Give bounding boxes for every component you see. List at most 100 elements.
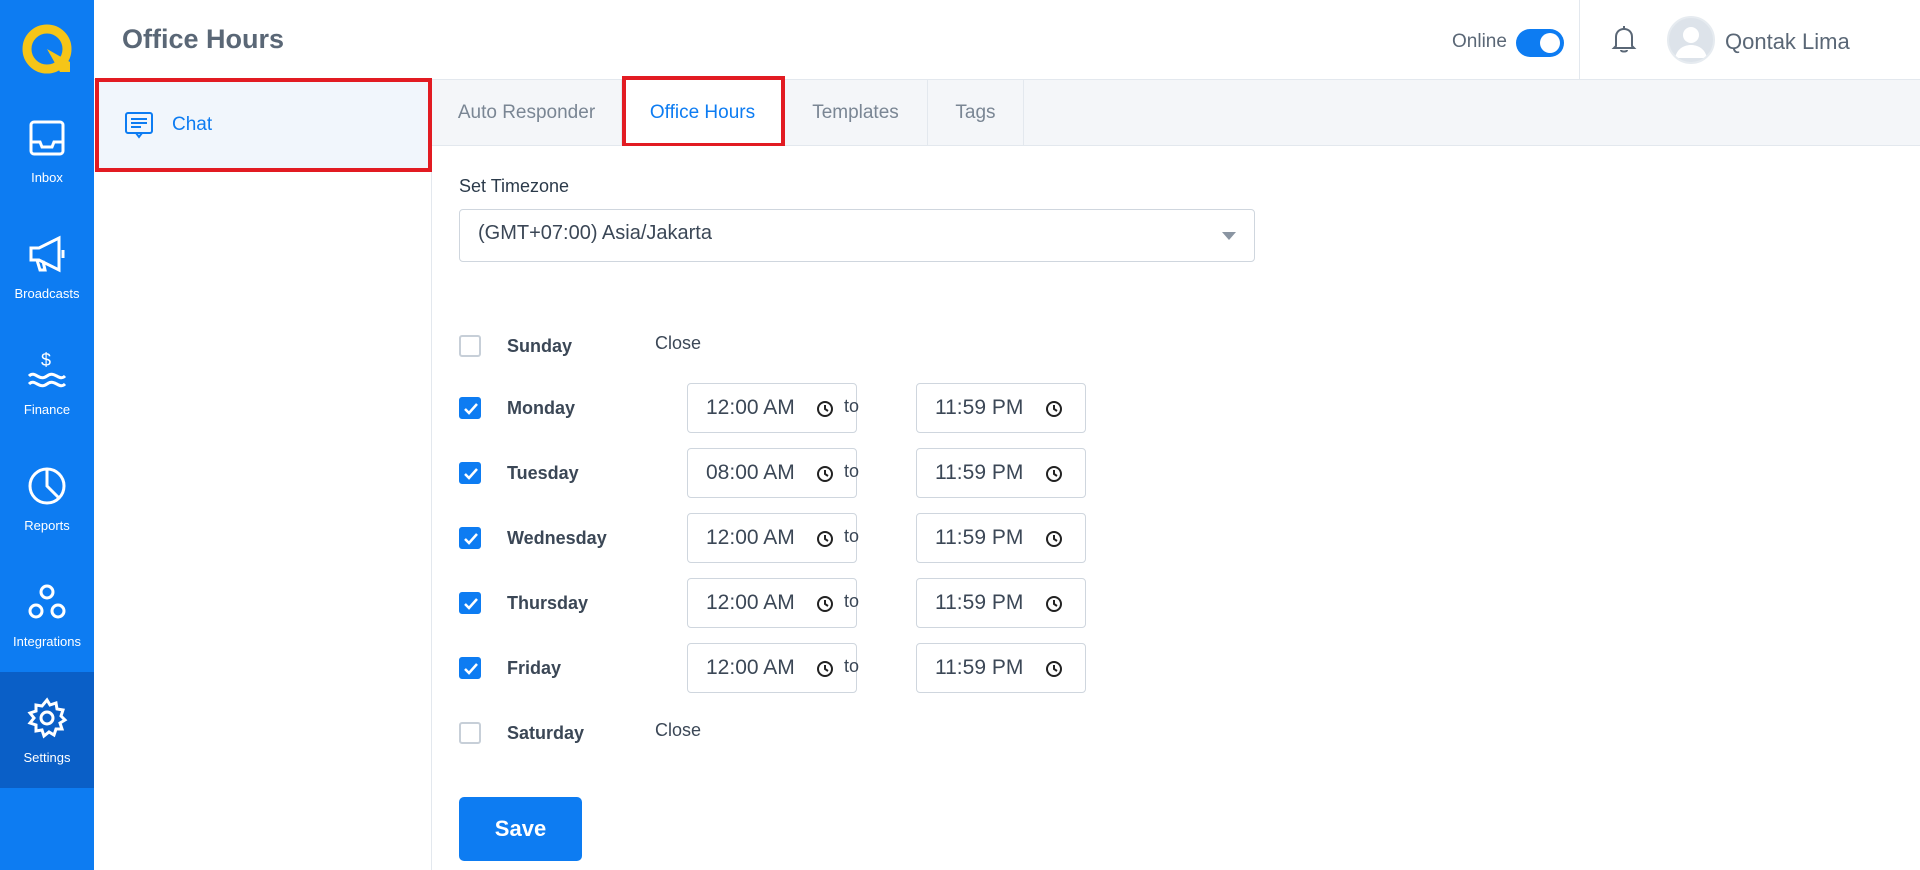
rail-label: Broadcasts xyxy=(14,285,80,301)
rail-item-integrations[interactable]: Integrations xyxy=(0,556,94,672)
day-name: Friday xyxy=(507,658,562,678)
clock-icon xyxy=(1046,466,1062,482)
check-icon xyxy=(464,533,478,545)
clock-icon xyxy=(1046,531,1062,547)
tab-templates[interactable]: Templates xyxy=(784,80,928,146)
day-row-thursday: Thursday 12:00 AM to 11:59 PM xyxy=(459,578,1159,628)
end-time-input[interactable]: 11:59 PM xyxy=(916,383,1086,433)
timezone-select[interactable]: (GMT+07:00) Asia/Jakarta xyxy=(459,209,1255,262)
rail-label: Settings xyxy=(23,749,71,765)
to-label: to xyxy=(844,591,860,611)
day-row-sunday: Sunday Close xyxy=(459,321,1159,371)
start-time-input[interactable]: 12:00 AM xyxy=(687,643,857,693)
integrations-icon xyxy=(28,584,66,618)
clock-icon xyxy=(817,531,833,547)
day-name: Tuesday xyxy=(507,463,579,483)
start-time-value: 12:00 AM xyxy=(706,591,795,614)
day-row-wednesday: Wednesday 12:00 AM to 11:59 PM xyxy=(459,513,1159,563)
start-time-input[interactable]: 12:00 AM xyxy=(687,578,857,628)
day-row-friday: Friday 12:00 AM to 11:59 PM xyxy=(459,643,1159,693)
rail-item-reports[interactable]: Reports xyxy=(0,440,94,556)
save-button[interactable]: Save xyxy=(459,797,582,861)
clock-icon xyxy=(1046,401,1062,417)
check-icon xyxy=(464,598,478,610)
rail-label: Reports xyxy=(24,517,70,533)
day-row-saturday: Saturday Close xyxy=(459,708,1159,758)
clock-icon xyxy=(817,661,833,677)
tab-auto-responder[interactable]: Auto Responder xyxy=(432,80,622,146)
caret-down-icon xyxy=(1222,232,1236,240)
chat-icon xyxy=(125,112,153,139)
left-rail: Inbox Broadcasts $ Finance Reports Integ xyxy=(0,0,94,870)
rail-label: Integrations xyxy=(13,633,81,649)
online-toggle[interactable] xyxy=(1516,29,1564,57)
settings-tabs: Auto Responder Office Hours Templates Ta… xyxy=(432,80,1920,146)
to-label: to xyxy=(844,396,860,416)
end-time-value: 11:59 PM xyxy=(935,526,1024,549)
office-hours-panel: Set Timezone (GMT+07:00) Asia/Jakarta Su… xyxy=(432,146,1920,870)
check-icon xyxy=(464,663,478,675)
header-divider xyxy=(1579,0,1580,80)
day-checkbox[interactable] xyxy=(459,657,481,679)
rail-item-finance[interactable]: $ Finance xyxy=(0,324,94,440)
user-name[interactable]: Qontak Lima xyxy=(1725,29,1850,55)
rail-item-settings[interactable]: Settings xyxy=(0,672,94,788)
svg-text:$: $ xyxy=(41,350,51,370)
finance-icon: $ xyxy=(27,350,67,387)
clock-icon xyxy=(1046,661,1062,677)
end-time-value: 11:59 PM xyxy=(935,396,1024,419)
day-checkbox[interactable] xyxy=(459,527,481,549)
day-name: Monday xyxy=(507,398,576,418)
end-time-value: 11:59 PM xyxy=(935,656,1024,679)
day-checkbox[interactable] xyxy=(459,462,481,484)
to-label: to xyxy=(844,526,860,546)
end-time-input[interactable]: 11:59 PM xyxy=(916,513,1086,563)
to-label: to xyxy=(844,656,860,676)
end-time-input[interactable]: 11:59 PM xyxy=(916,643,1086,693)
avatar[interactable] xyxy=(1667,16,1715,64)
end-time-input[interactable]: 11:59 PM xyxy=(916,578,1086,628)
day-name: Saturday xyxy=(507,723,585,743)
clock-icon xyxy=(1046,596,1062,612)
day-name: Sunday xyxy=(507,336,573,356)
start-time-input[interactable]: 12:00 AM xyxy=(687,383,857,433)
timezone-label: Set Timezone xyxy=(459,176,570,196)
gear-icon xyxy=(27,696,68,739)
start-time-value: 12:00 AM xyxy=(706,396,795,419)
pie-chart-icon xyxy=(28,467,66,504)
rail-label: Inbox xyxy=(31,169,63,185)
megaphone-icon xyxy=(29,235,65,272)
day-row-tuesday: Tuesday 08:00 AM to 11:59 PM xyxy=(459,448,1159,498)
start-time-value: 08:00 AM xyxy=(706,461,795,484)
top-header: Office Hours Online Qontak Lima xyxy=(94,0,1920,80)
start-time-input[interactable]: 08:00 AM xyxy=(687,448,857,498)
start-time-input[interactable]: 12:00 AM xyxy=(687,513,857,563)
tab-office-hours[interactable]: Office Hours xyxy=(622,80,784,146)
start-time-value: 12:00 AM xyxy=(706,526,795,549)
rail-item-inbox[interactable]: Inbox xyxy=(0,92,94,208)
day-checkbox[interactable] xyxy=(459,722,481,744)
inbox-icon xyxy=(29,120,65,155)
day-row-monday: Monday 12:00 AM to 11:59 PM xyxy=(459,383,1159,433)
closed-label: Close xyxy=(655,720,702,740)
subnav-item-chat[interactable]: Chat xyxy=(96,80,430,170)
day-checkbox[interactable] xyxy=(459,397,481,419)
check-icon xyxy=(464,468,478,480)
logo-icon[interactable] xyxy=(20,22,74,76)
settings-subnav: Chat xyxy=(94,80,432,870)
rail-label: Finance xyxy=(23,401,71,417)
rail-item-broadcasts[interactable]: Broadcasts xyxy=(0,208,94,324)
end-time-input[interactable]: 11:59 PM xyxy=(916,448,1086,498)
day-checkbox[interactable] xyxy=(459,592,481,614)
bell-icon[interactable] xyxy=(1607,22,1641,56)
timezone-value: (GMT+07:00) Asia/Jakarta xyxy=(478,222,712,244)
clock-icon xyxy=(817,466,833,482)
to-label: to xyxy=(844,461,860,481)
page-title: Office Hours xyxy=(122,24,285,54)
closed-label: Close xyxy=(655,333,702,353)
day-checkbox[interactable] xyxy=(459,335,481,357)
clock-icon xyxy=(817,401,833,417)
tab-tags[interactable]: Tags xyxy=(928,80,1024,146)
end-time-value: 11:59 PM xyxy=(935,461,1024,484)
end-time-value: 11:59 PM xyxy=(935,591,1024,614)
